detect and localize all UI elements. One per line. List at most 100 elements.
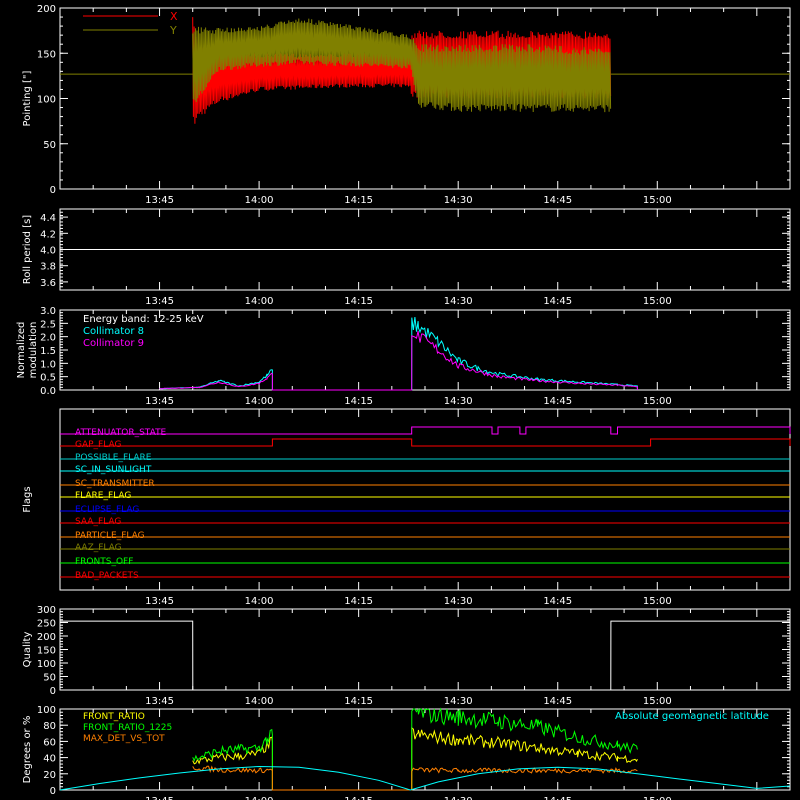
- roll-ytick-label: 4.2: [40, 229, 56, 240]
- flags-xtick-label: 14:30: [444, 596, 473, 607]
- ratios-legend-label: Absolute geomagnetic latitude: [615, 711, 769, 722]
- flag-label: POSSIBLE_FLARE: [75, 453, 152, 463]
- panel-flags: 13:45 14:00 14:15 14:30 14:45 15:00 Flags ATTEN…: [22, 408, 791, 607]
- pointing-ytick-label: 50: [43, 140, 56, 151]
- roll-ytick-label: 3.6: [40, 278, 56, 289]
- ratios-xtick-label: 15:00: [643, 796, 672, 800]
- flags-xtick-label: 14:45: [543, 596, 572, 607]
- roll-ylabel: Roll period [s]: [22, 215, 33, 284]
- roll-xtick-label: 15:00: [643, 296, 672, 307]
- flag-label: GAP_FLAG: [75, 440, 121, 450]
- ratios-xtick-label: 14:00: [245, 796, 274, 800]
- flag-label: AAZ_FLAG: [75, 543, 122, 553]
- ratios-ytick-label: 20: [43, 770, 56, 781]
- modulation-series-line: [159, 316, 638, 391]
- panel-quality: 13:45 14:00 14:15 14:30 14:45 15:00 0 50 100 150 2…: [22, 605, 791, 707]
- modulation-legend-label: Collimator 8: [83, 326, 144, 337]
- modulation-ytick-label: 1.5: [40, 346, 56, 357]
- flags-xtick-label: 14:15: [344, 596, 373, 607]
- modulation-ytick-label: 2.0: [40, 333, 56, 344]
- ratios-xtick-label: 14:30: [444, 796, 473, 800]
- pointing-ylabel: Pointing ["]: [22, 70, 33, 126]
- pointing-xtick-label: 14:45: [543, 195, 572, 206]
- panel-modulation: 13:45 14:00 14:15 14:30 14:45 15:00 0.0 0.5 1.0 1…: [16, 306, 791, 407]
- modulation-xtick-label: 15:00: [643, 396, 672, 407]
- flag-line: [60, 438, 791, 447]
- modulation-xtick-label: 14:45: [543, 396, 572, 407]
- flag-label: SC_IN_SUNLIGHT: [75, 465, 152, 475]
- ratios-xtick-label: 13:45: [145, 796, 174, 800]
- chart-figure: 13:45 14:00 14:15 14:30 14:45 15:00 0 50 100 150 2…: [16, 4, 791, 800]
- pointing-ytick-label: 200: [37, 4, 56, 15]
- ratios-ytick-label: 0: [50, 786, 56, 797]
- quality-series-line: [60, 620, 790, 691]
- modulation-ytick-label: 2.5: [40, 319, 56, 330]
- flag-label: SAA_FLAG: [75, 517, 121, 527]
- flag-line: [60, 426, 791, 435]
- flags-xtick-label: 14:00: [245, 596, 274, 607]
- ratios-legend-label: MAX_DET_VS_TOT: [83, 734, 165, 744]
- roll-ytick-label: 3.8: [40, 262, 56, 273]
- modulation-xtick-label: 14:30: [444, 396, 473, 407]
- pointing-ytick-label: 150: [37, 49, 56, 60]
- panel-roll: 13:45 14:00 14:15 14:30 14:45 15:00 3.6 3.8 4.0 4…: [22, 208, 791, 307]
- ratios-series-line: [192, 726, 638, 791]
- modulation-ylabel: modulation: [28, 322, 39, 379]
- modulation-xtick-label: 14:15: [344, 396, 373, 407]
- flag-label: FRONTS_OFF: [75, 557, 133, 567]
- quality-xtick-label: 14:45: [543, 696, 572, 707]
- ratios-xtick-label: 14:15: [344, 796, 373, 800]
- pointing-ytick-label: 100: [37, 95, 56, 106]
- ratios-ytick-label: 80: [43, 721, 56, 732]
- modulation-xtick-label: 14:00: [245, 396, 274, 407]
- pointing-xtick-label: 13:45: [145, 195, 174, 206]
- pointing-xtick-label: 14:00: [245, 195, 274, 206]
- quality-xtick-label: 15:00: [643, 696, 672, 707]
- modulation-ytick-label: 0.0: [40, 386, 56, 397]
- quality-xtick-label: 14:00: [245, 696, 274, 707]
- roll-ytick-label: 4.0: [40, 246, 56, 257]
- modulation-ytick-label: 0.5: [40, 373, 56, 384]
- ratios-ytick-label: 40: [43, 754, 56, 765]
- roll-xtick-label: 13:45: [145, 296, 174, 307]
- quality-ytick-label: 200: [37, 632, 56, 643]
- quality-ytick-label: 50: [43, 673, 56, 684]
- flag-label: ATTENUATOR_STATE: [75, 428, 167, 438]
- flag-label: PARTICLE_FLAG: [75, 531, 145, 541]
- ratios-legend-label: FRONT_RATIO: [83, 712, 145, 722]
- quality-ytick-label: 0: [50, 686, 56, 697]
- quality-xtick-label: 14:30: [444, 696, 473, 707]
- modulation-legend-label: Collimator 9: [83, 338, 144, 349]
- pointing-xtick-label: 14:15: [344, 195, 373, 206]
- quality-xtick-label: 13:45: [145, 696, 174, 707]
- modulation-annotation: Energy band: 12-25 keV: [83, 314, 204, 325]
- pointing-ytick-label: 0: [50, 185, 56, 196]
- flags-ylabel: Flags: [22, 486, 33, 512]
- flag-label: ECLIPSE_FLAG: [75, 505, 139, 515]
- pointing-xtick-label: 15:00: [643, 195, 672, 206]
- flags-xtick-label: 15:00: [643, 596, 672, 607]
- flag-label: BAD_PACKETS: [75, 571, 139, 581]
- quality-xtick-label: 14:15: [344, 696, 373, 707]
- modulation-ylabel: Normalized: [16, 322, 27, 379]
- roll-xtick-label: 14:15: [344, 296, 373, 307]
- legend-label-x: X: [170, 10, 178, 23]
- ratios-ytick-label: 60: [43, 737, 56, 748]
- flags-xtick-label: 13:45: [145, 596, 174, 607]
- quality-ytick-label: 100: [37, 659, 56, 670]
- ratios-xtick-label: 14:45: [543, 796, 572, 800]
- legend-label-y: Y: [169, 24, 177, 37]
- modulation-xtick-label: 13:45: [145, 396, 174, 407]
- modulation-ytick-label: 3.0: [40, 306, 56, 317]
- roll-ytick-label: 4.4: [40, 213, 56, 224]
- ratios-ylabel: Degrees or %: [22, 716, 33, 784]
- roll-xtick-label: 14:45: [543, 296, 572, 307]
- panel-ratios: 13:45 14:00 14:15 14:30 14:45 15:00 0 20 40 60 80 1…: [22, 705, 791, 800]
- quality-ytick-label: 300: [37, 605, 56, 616]
- quality-ylabel: Quality: [22, 632, 33, 668]
- quality-ytick-label: 250: [37, 619, 56, 630]
- modulation-ytick-label: 1.0: [40, 359, 56, 370]
- ratios-legend-label: FRONT_RATIO_1225: [83, 723, 172, 733]
- flag-label: FLARE_FLAG: [75, 491, 131, 501]
- flag-label: SC_TRANSMITTER: [75, 479, 155, 489]
